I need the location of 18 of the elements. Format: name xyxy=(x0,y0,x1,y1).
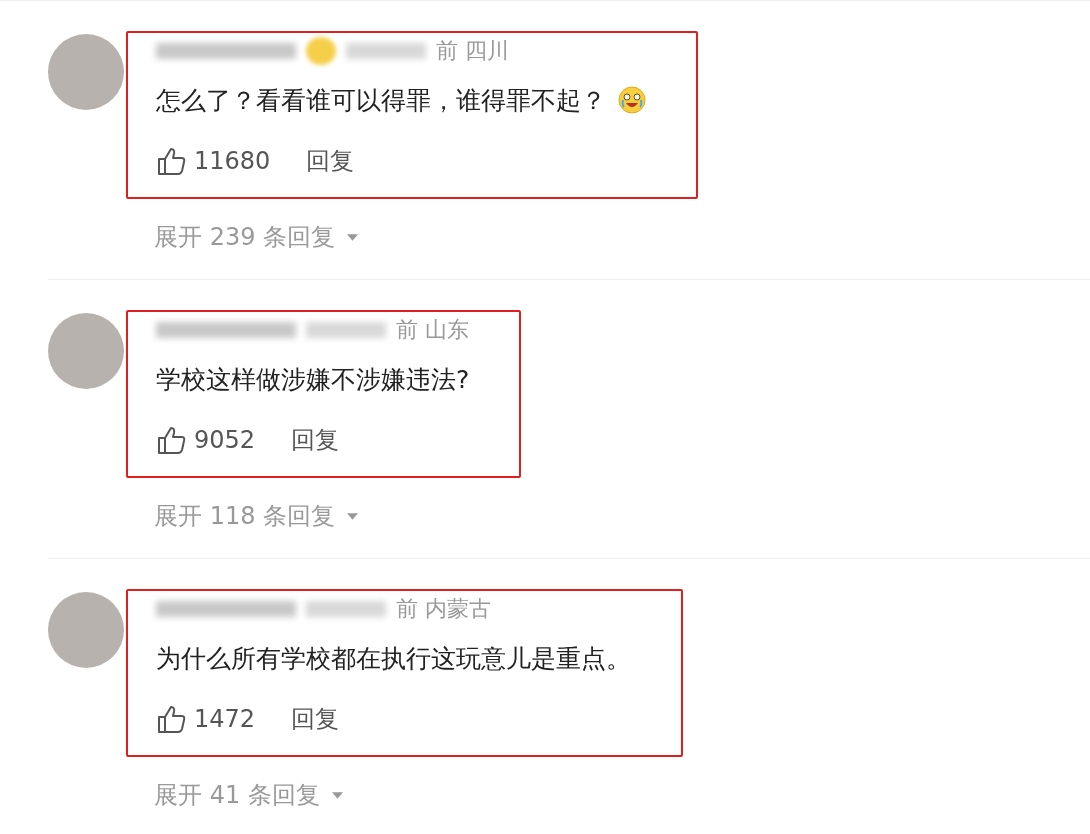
comment-location: 前 山东 xyxy=(396,316,469,344)
caret-down-icon xyxy=(347,512,359,520)
comment-text: 为什么所有学校都在执行这玩意儿是重点。 xyxy=(156,642,631,675)
like-button[interactable]: 11680 xyxy=(156,146,271,176)
comment-text: 怎么了？看看谁可以得罪，谁得罪不起？ xyxy=(156,84,606,117)
reply-button[interactable]: 回复 xyxy=(306,145,355,177)
comment-location: 前 四川 xyxy=(436,37,509,65)
comment-location: 前 内蒙古 xyxy=(396,595,491,623)
comment-text: 学校这样做涉嫌不涉嫌违法? xyxy=(156,363,470,396)
like-button[interactable]: 9052 xyxy=(156,425,256,455)
reply-button[interactable]: 回复 xyxy=(291,424,340,456)
like-button[interactable]: 1472 xyxy=(156,704,256,734)
thumbs-up-icon xyxy=(156,425,186,455)
thumbs-up-icon xyxy=(156,704,186,734)
thumbs-up-icon xyxy=(156,146,186,176)
reply-button[interactable]: 回复 xyxy=(291,703,340,735)
caret-down-icon xyxy=(331,791,343,799)
caret-down-icon xyxy=(347,233,359,241)
